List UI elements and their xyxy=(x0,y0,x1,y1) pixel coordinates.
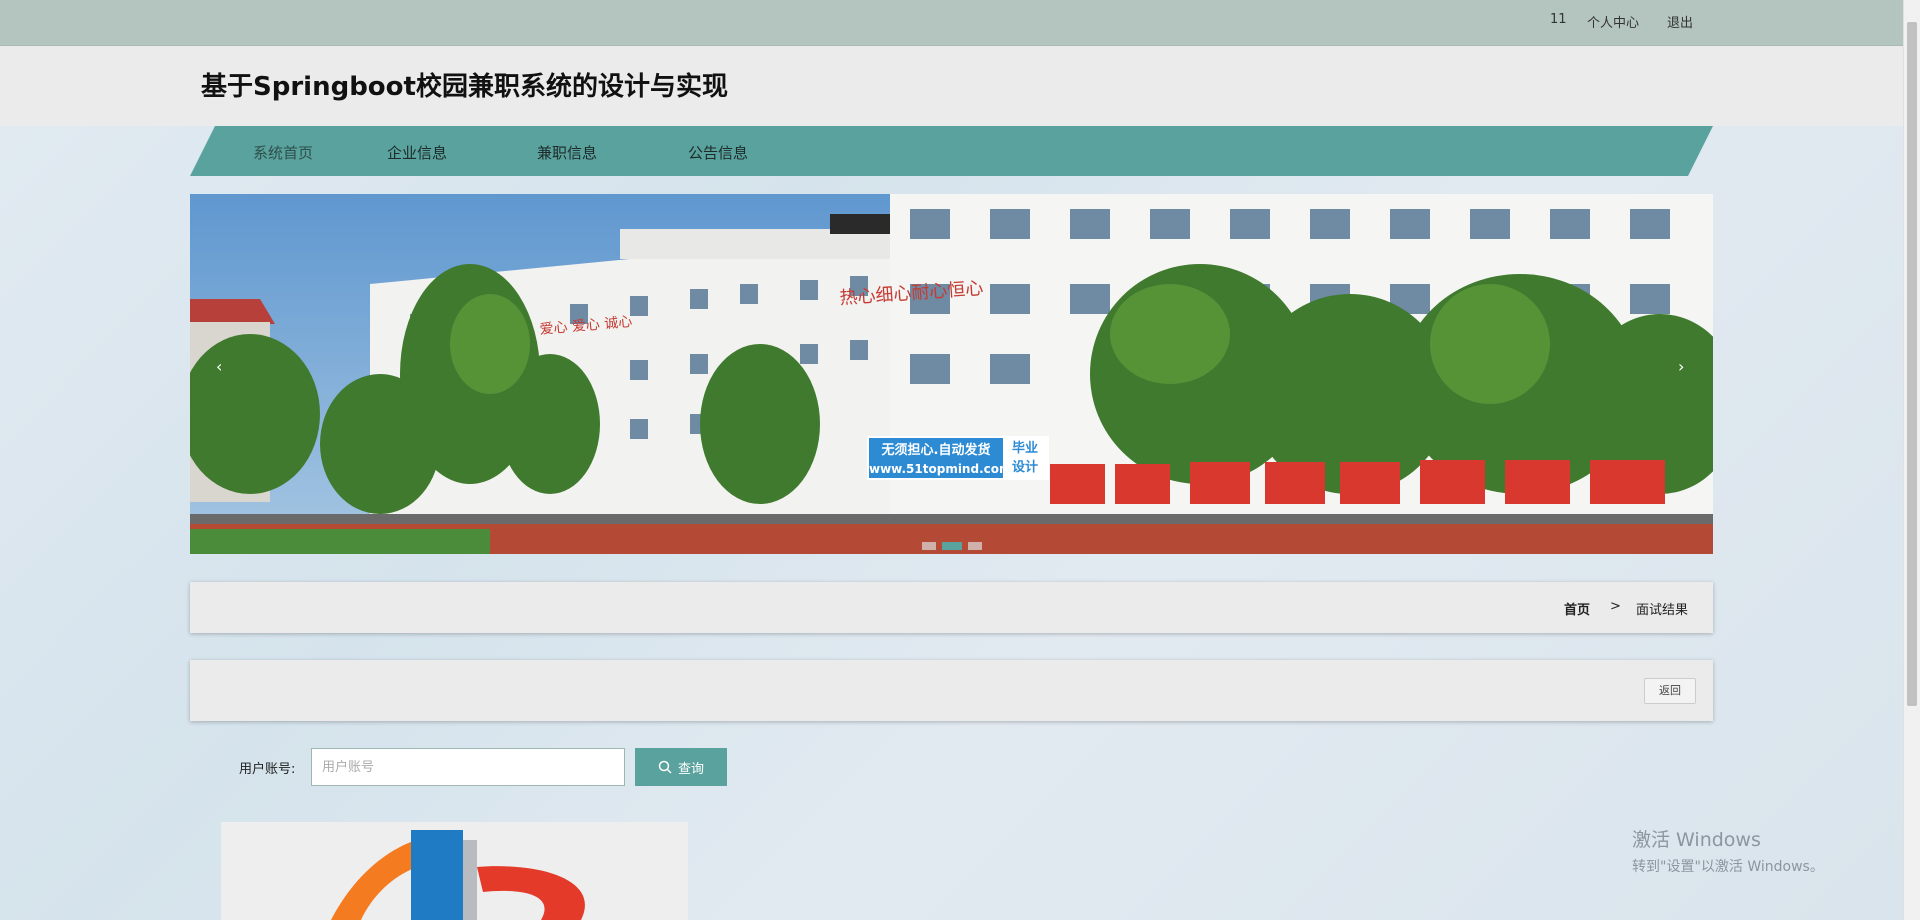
back-button[interactable]: 返回 xyxy=(1644,678,1696,704)
breadcrumb-separator: > xyxy=(1610,599,1621,614)
nav-item-notice[interactable]: 公告信息 xyxy=(688,142,748,163)
breadcrumb-home[interactable]: 首页 xyxy=(1564,599,1590,618)
search-button[interactable]: 查询 xyxy=(635,748,727,786)
page-scrollbar[interactable] xyxy=(1903,0,1920,920)
nav-item-home[interactable]: 系统首页 xyxy=(253,142,313,163)
username: 11 xyxy=(1550,12,1567,27)
carousel-dot-active[interactable] xyxy=(942,542,962,550)
stamp-line1: 无须担心.自动发货 xyxy=(881,443,991,458)
result-thumbnail[interactable] xyxy=(221,822,688,920)
chevron-right-icon[interactable]: › xyxy=(1678,357,1684,376)
nav-item-company[interactable]: 企业信息 xyxy=(387,142,447,163)
stamp-right1: 毕业 xyxy=(1011,441,1038,456)
logo-image xyxy=(221,822,688,920)
watermark-line2: 转到"设置"以激活 Windows。 xyxy=(1632,859,1824,875)
search-button-label: 查询 xyxy=(677,760,704,776)
breadcrumb: 首页 > 面试结果 xyxy=(190,582,1713,633)
logout-link[interactable]: 退出 xyxy=(1667,12,1693,31)
carousel-indicators xyxy=(922,542,982,550)
watermark-line1: 激活 Windows xyxy=(1632,829,1761,851)
nav-item-parttime[interactable]: 兼职信息 xyxy=(537,142,597,163)
site-header: 基于Springboot校园兼职系统的设计与实现 xyxy=(0,46,1904,126)
top-bar: 11 个人中心 退出 xyxy=(0,0,1920,46)
stamp-line2: www.51topmind.com xyxy=(869,462,1012,476)
watermark-stamp: 无须担心.自动发货 www.51topmind.com 毕业 设计 xyxy=(867,436,1049,480)
site-title: 基于Springboot校园兼职系统的设计与实现 xyxy=(201,72,728,102)
scrollbar-thumb[interactable] xyxy=(1907,22,1917,706)
search-label: 用户账号: xyxy=(239,762,296,777)
chevron-left-icon[interactable]: ‹ xyxy=(216,357,222,376)
action-bar: 返回 xyxy=(190,660,1713,721)
search-icon xyxy=(658,760,672,774)
profile-link[interactable]: 个人中心 xyxy=(1587,12,1639,31)
windows-activation-watermark: 激活 Windows 转到"设置"以激活 Windows。 xyxy=(1632,825,1824,876)
main-nav: 系统首页 企业信息 兼职信息 公告信息 xyxy=(190,126,1713,176)
account-search-input[interactable] xyxy=(311,748,625,786)
banner-image: 爱心 爱心 诚心 热心细心耐心恒心 xyxy=(190,194,1713,554)
carousel-dot[interactable] xyxy=(922,542,936,550)
carousel-dot[interactable] xyxy=(968,542,982,550)
stamp-right2: 设计 xyxy=(1011,460,1038,475)
breadcrumb-current: 面试结果 xyxy=(1636,603,1689,618)
banner-carousel[interactable]: 爱心 爱心 诚心 热心细心耐心恒心 ‹ › 无须担心.自动发货 www.51to… xyxy=(190,194,1713,554)
